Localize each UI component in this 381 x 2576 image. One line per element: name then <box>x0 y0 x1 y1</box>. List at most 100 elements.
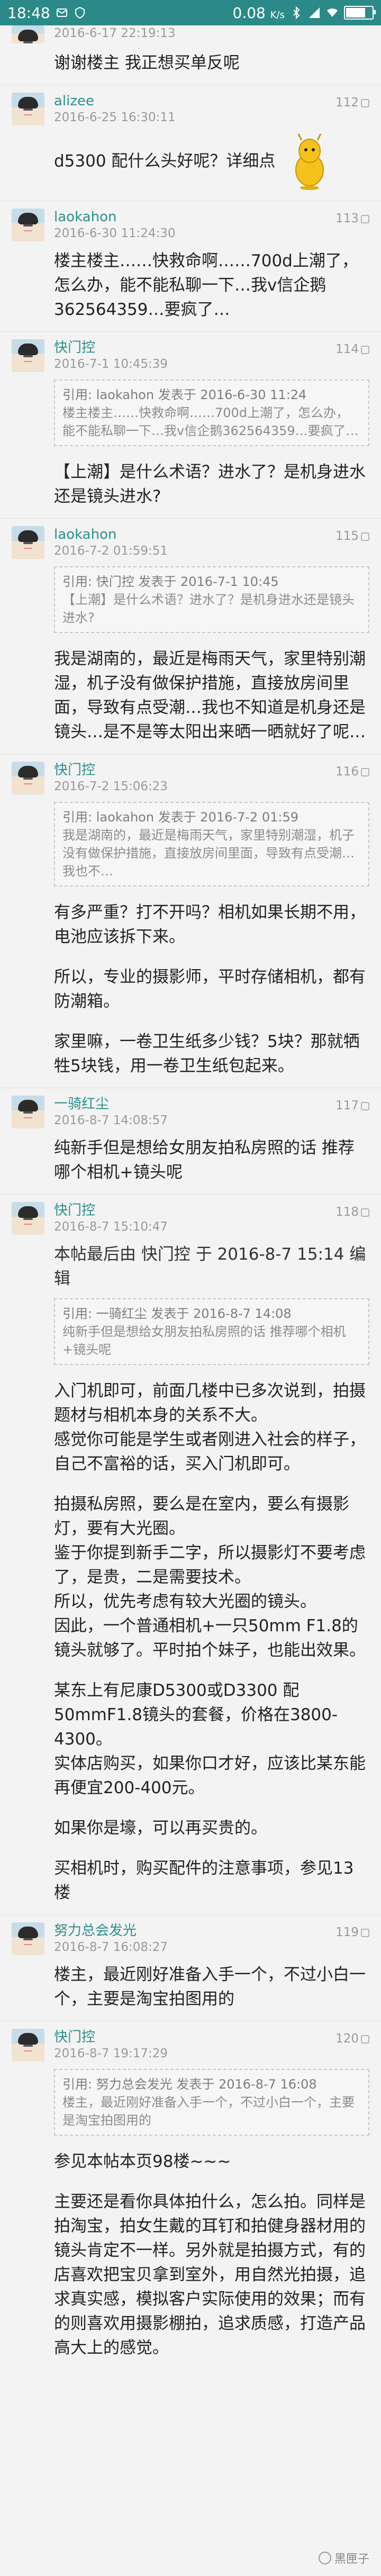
status-right: 0.08 K/s <box>232 4 376 22</box>
status-time: 18:48 <box>7 4 50 22</box>
post-text: 入门机即可，前面几楼中已多次说到，拍摄题材与相机本身的关系不大。 感觉你可能是学… <box>54 1381 366 1474</box>
floor-icon <box>361 1928 369 1937</box>
post-item: 快门控 2016-7-1 10:45:39 114 引用: laokahon 发… <box>0 332 381 519</box>
watermark-logo-icon <box>318 2552 331 2564</box>
post-time: 2016-7-2 01:59:51 <box>54 544 168 558</box>
quote-body: 楼主，最近刚好准备入手一个，不过小白一个，主要是淘宝拍图用的 <box>62 2095 355 2128</box>
avatar[interactable] <box>12 339 44 372</box>
post-time: 2016-8-7 16:08:27 <box>54 1940 168 1954</box>
quote-header: 引用: 快门控 发表于 2016-7-1 10:45 <box>62 574 279 589</box>
quote-body: 我是湖南的，最近是梅雨天气，家里特别潮湿，机子没有做保护措施，直接放房间里面，导… <box>62 828 355 879</box>
avatar[interactable] <box>12 1096 44 1128</box>
quote-block: 引用: 快门控 发表于 2016-7-1 10:45 【上潮】是什么术语？进水了… <box>54 566 369 633</box>
floor-number: 115 <box>335 529 369 543</box>
floor-number: 118 <box>335 1205 369 1219</box>
post-time: 2016-6-17 22:19:13 <box>54 26 176 40</box>
battery-icon <box>344 6 376 20</box>
post-item: 快门控 2016-7-2 15:06:23 116 引用: laokahon 发… <box>0 754 381 1088</box>
post-text: 纯新手但是想给女朋友拍私房照的话 推荐哪个相机+镜头呢 <box>54 1138 355 1182</box>
edit-note: 本帖最后由 快门控 于 2016-8-7 15:14 编辑 <box>54 1245 366 1288</box>
wifi-icon <box>327 8 338 17</box>
floor-number: 117 <box>335 1099 369 1113</box>
avatar[interactable] <box>12 209 44 241</box>
avatar[interactable] <box>12 93 44 125</box>
post-item: alizee 2016-6-25 16:30:11 112 d5300 配什么头… <box>0 85 381 201</box>
username[interactable]: 一骑红尘 <box>54 1096 369 1113</box>
post-content: 本帖最后由 快门控 于 2016-8-7 15:14 编辑 引用: 一骑红尘 发… <box>54 1242 369 1905</box>
username[interactable]: 努力总会发光 <box>54 1922 369 1939</box>
post-time: 2016-8-7 15:10:47 <box>54 1220 168 1234</box>
post-item: laokahon 2016-6-30 11:24:30 113 楼主楼主……快救… <box>0 201 381 332</box>
floor-number: 114 <box>335 342 369 356</box>
quote-block: 引用: laokahon 发表于 2016-7-2 01:59 我是湖南的，最近… <box>54 802 369 887</box>
post-text: 参见本帖本页98楼~~~ <box>54 2152 231 2171</box>
post-time: 2016-8-7 14:08:57 <box>54 1114 168 1127</box>
avatar[interactable] <box>12 2029 44 2062</box>
post-list: 2016-6-17 22:19:13 谢谢楼主 我正想买单反呢 alizee 2… <box>0 25 381 2370</box>
net-speed: 0.08 K/s <box>232 4 285 22</box>
post-text: 谢谢楼主 我正想买单反呢 <box>54 53 240 73</box>
username[interactable]: 快门控 <box>54 2029 369 2046</box>
avatar[interactable] <box>12 762 44 794</box>
floor-icon <box>361 98 369 107</box>
floor-number: 113 <box>335 212 369 225</box>
post-text: 主要还是看你具体拍什么，怎么拍。同样是拍淘宝，拍女生戴的耳钉和拍健身器材用的镜头… <box>54 2192 366 2357</box>
post-content: 引用: 努力总会发光 发表于 2016-8-7 16:08 楼主，最近刚好准备入… <box>54 2069 369 2360</box>
post-text: 楼主楼主……快救命啊……700d上潮了，怎么办，能不能私聊一下…我v信企鹅362… <box>54 251 358 319</box>
avatar[interactable] <box>12 1202 44 1235</box>
post-content: 楼主，最近刚好准备入手一个，不过小白一个，主要是淘宝拍图用的 <box>54 1963 369 2011</box>
post-time: 2016-7-2 15:06:23 <box>54 780 168 793</box>
post-time: 2016-6-30 11:24:30 <box>54 227 176 240</box>
post-content: 纯新手但是想给女朋友拍私房照的话 推荐哪个相机+镜头呢 <box>54 1136 369 1185</box>
username[interactable]: laokahon <box>54 209 369 225</box>
post-text: 某东上有尼康D5300或D3300 配50mmF1.8镜头的套餐，价格在3800… <box>54 1681 366 1797</box>
floor-number: 120 <box>335 2032 369 2046</box>
quote-body: 纯新手但是想给女朋友拍私房照的话 推荐哪个相机+镜头呢 <box>62 1324 346 1357</box>
floor-icon <box>361 532 369 541</box>
post-text: 如果你是壕，可以再买贵的。 <box>54 1819 267 1838</box>
quote-block: 引用: 一骑红尘 发表于 2016-8-7 14:08 纯新手但是想给女朋友拍私… <box>54 1298 369 1365</box>
floor-icon <box>361 767 369 776</box>
quote-body: 【上潮】是什么术语？进水了？是机身进水还是镜头进水? <box>62 592 355 625</box>
yellow-mascot-icon <box>295 133 324 190</box>
avatar[interactable] <box>12 25 44 43</box>
username[interactable]: 快门控 <box>54 762 369 779</box>
post-text: 买相机时，购买配件的注意事项，参见13楼 <box>54 1859 354 1902</box>
quote-header: 引用: 努力总会发光 发表于 2016-8-7 16:08 <box>62 2077 317 2092</box>
post-time: 2016-8-7 19:17:29 <box>54 2047 168 2060</box>
quote-header: 引用: 一骑红尘 发表于 2016-8-7 14:08 <box>62 1306 292 1321</box>
avatar[interactable] <box>12 526 44 559</box>
username[interactable]: 快门控 <box>54 1202 369 1219</box>
floor-icon <box>361 1101 369 1110</box>
watermark-text: 黑匣子 <box>334 2553 369 2566</box>
shield-icon <box>75 6 85 19</box>
floor-number: 116 <box>335 765 369 779</box>
post-content: 楼主楼主……快救命啊……700d上潮了，怎么办，能不能私聊一下…我v信企鹅362… <box>54 249 369 322</box>
post-text: 家里嘛，一卷卫生纸多少钱？5块？那就牺牲5块钱，用一卷卫生纸包起来。 <box>54 1032 360 1075</box>
floor-icon <box>361 2035 369 2044</box>
username[interactable]: laokahon <box>54 526 369 543</box>
username[interactable]: 快门控 <box>54 339 369 356</box>
post-item: 快门控 2016-8-7 15:10:47 118 本帖最后由 快门控 于 20… <box>0 1195 381 1915</box>
signal-icon <box>309 7 320 18</box>
post-time: 2016-6-25 16:30:11 <box>54 111 176 124</box>
post-content: 谢谢楼主 我正想买单反呢 <box>54 51 369 75</box>
avatar[interactable] <box>12 1922 44 1955</box>
post-text: 【上潮】是什么术语？进水了？是机身进水还是镜头进水? <box>54 463 366 506</box>
quote-header: 引用: laokahon 发表于 2016-6-30 11:24 <box>62 387 307 402</box>
status-left: 18:48 <box>7 4 86 22</box>
floor-icon <box>361 214 369 223</box>
post-content: 引用: 快门控 发表于 2016-7-1 10:45 【上潮】是什么术语？进水了… <box>54 566 369 744</box>
floor-number: 119 <box>335 1926 369 1939</box>
quote-body: 楼主楼主……快救命啊……700d上潮了，怎么办，能不能私聊一下…我v信企鹅362… <box>62 405 359 438</box>
status-bar: 18:48 0.08 K/s <box>0 0 381 25</box>
quote-block: 引用: laokahon 发表于 2016-6-30 11:24 楼主楼主……快… <box>54 379 369 446</box>
post-item: laokahon 2016-7-2 01:59:51 115 引用: 快门控 发… <box>0 519 381 754</box>
watermark: 黑匣子 <box>318 2550 369 2566</box>
post-text: 所以，专业的摄影师，平时存储相机，都有防潮箱。 <box>54 968 366 1011</box>
username[interactable]: alizee <box>54 93 369 110</box>
post-text: 有多严重？打不开吗？相机如果长期不用，电池应该拆下来。 <box>54 903 366 946</box>
quote-header: 引用: laokahon 发表于 2016-7-2 01:59 <box>62 810 299 825</box>
post-content: d5300 配什么头好呢？详细点 <box>54 133 369 191</box>
bluetooth-icon <box>293 6 300 19</box>
